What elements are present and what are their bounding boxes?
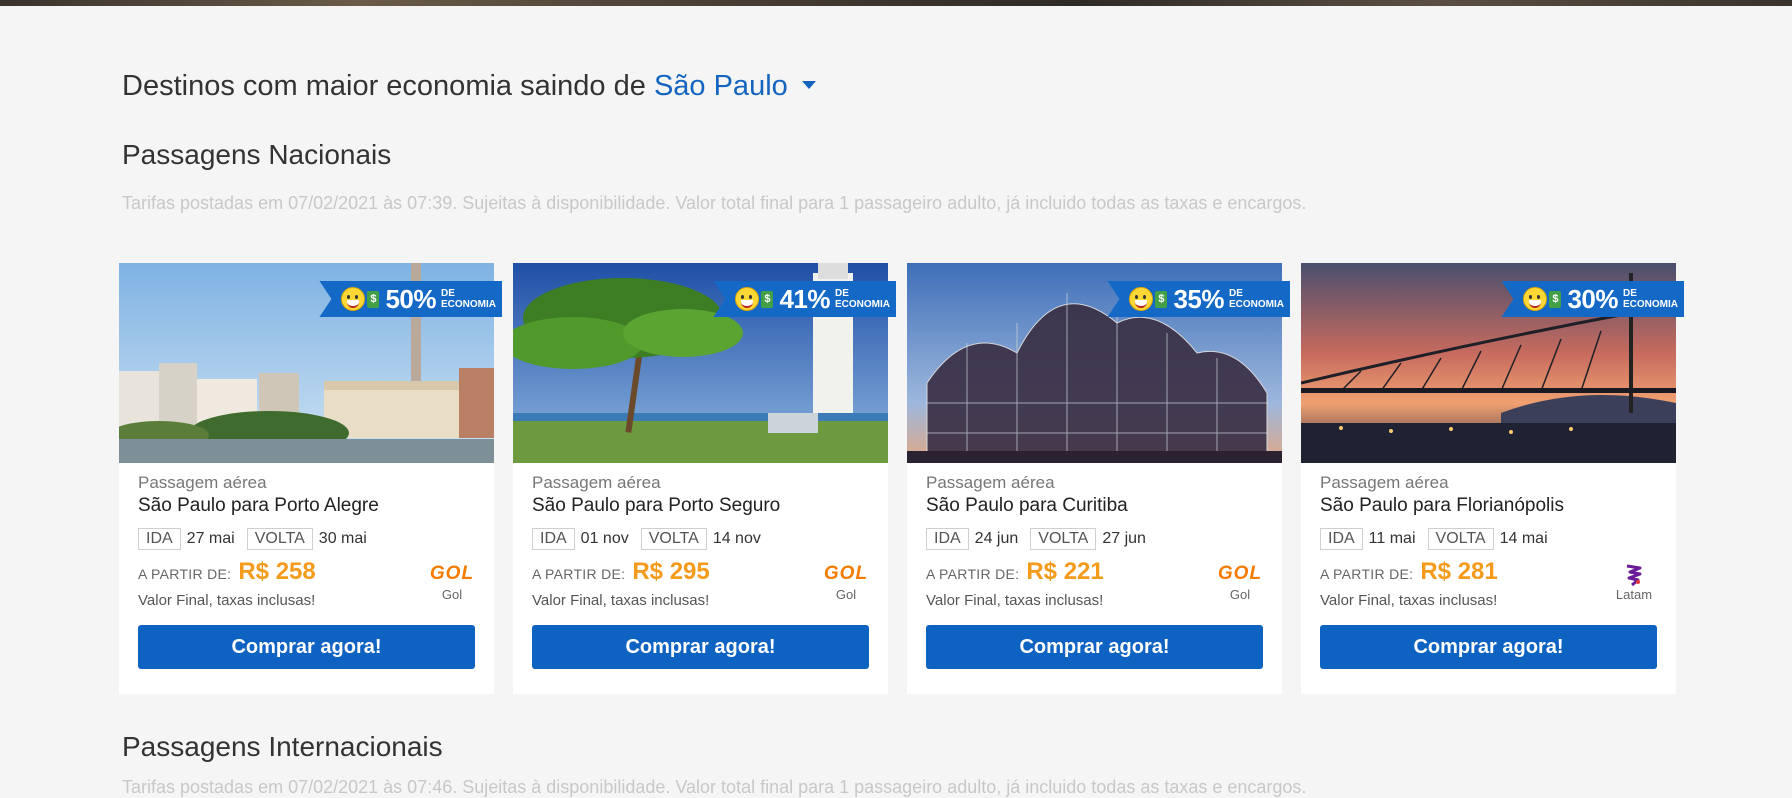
- volta-date: 30 mai: [318, 530, 367, 547]
- page-headline: Destinos com maior economia saindo de Sã…: [122, 70, 816, 103]
- airline-name: Gol: [441, 587, 463, 602]
- deal-card[interactable]: $ 50% DE ECONOMIA Passagem aérea São Paul…: [119, 263, 502, 694]
- hero-image-strip: [0, 0, 1792, 6]
- ida-tag: IDA: [926, 528, 969, 550]
- discount-percent: 30%: [1567, 283, 1618, 314]
- volta-tag: VOLTA: [640, 528, 707, 550]
- deal-card[interactable]: $ 30% DE ECONOMIA Passagem aérea São Paul…: [1301, 263, 1684, 694]
- volta-date: 14 nov: [712, 530, 761, 547]
- route-title[interactable]: São Paulo para Florianópolis: [1320, 495, 1657, 517]
- travel-dates: IDA 01 nov VOLTA 14 nov: [532, 528, 869, 550]
- dollar-icon: $: [367, 290, 380, 308]
- discount-suffix-line-1: DE: [1623, 288, 1637, 299]
- gol-logo-icon: GOL: [429, 563, 475, 584]
- discount-suffix-line-2: ECONOMIA: [1229, 299, 1284, 310]
- product-kind: Passagem aérea: [926, 473, 1055, 492]
- price-from-label: A PARTIR DE:: [926, 566, 1020, 582]
- price-value: R$ 258: [238, 558, 316, 585]
- airline-info: GOL Gol: [424, 563, 480, 602]
- airline-name: Gol: [1229, 587, 1251, 602]
- price-value: R$ 281: [1420, 558, 1498, 585]
- discount-suffix: DE ECONOMIA: [1623, 288, 1678, 310]
- ida-tag: IDA: [532, 528, 575, 550]
- discount-percent: 41%: [779, 283, 830, 314]
- smiley-icon: [1523, 287, 1548, 311]
- airline-info: GOL Gol: [818, 563, 874, 602]
- price-from-label: A PARTIR DE:: [138, 566, 232, 582]
- price-value: R$ 221: [1026, 558, 1104, 585]
- ida-date: 27 mai: [186, 530, 235, 547]
- section-note-international: Tarifas postadas em 07/02/2021 às 07:46.…: [122, 777, 1307, 797]
- price-from-label: A PARTIR DE:: [532, 566, 626, 582]
- discount-suffix-line-1: DE: [1229, 288, 1243, 299]
- discount-badge: $ 50% DE ECONOMIA: [319, 281, 502, 317]
- ida-date: 01 nov: [580, 530, 629, 547]
- smiley-icon: [341, 287, 366, 311]
- ida-tag: IDA: [138, 528, 181, 550]
- product-kind: Passagem aérea: [1320, 473, 1449, 492]
- deal-card[interactable]: $ 41% DE ECONOMIA Passagem aérea São Paul…: [513, 263, 896, 694]
- volta-tag: VOLTA: [1427, 528, 1494, 550]
- ida-date: 24 jun: [974, 530, 1019, 547]
- route-title[interactable]: São Paulo para Porto Seguro: [532, 495, 869, 517]
- section-title-international: Passagens Internacionais: [122, 731, 443, 762]
- airline-info: Latam: [1606, 563, 1662, 602]
- headline-text: Destinos com maior economia saindo de: [122, 70, 646, 102]
- dollar-icon: $: [1549, 290, 1562, 308]
- chevron-down-icon[interactable]: [801, 81, 816, 90]
- volta-tag: VOLTA: [1030, 528, 1097, 550]
- discount-badge: $ 41% DE ECONOMIA: [713, 281, 896, 317]
- discount-badge: $ 30% DE ECONOMIA: [1501, 281, 1684, 317]
- ida-date: 11 mai: [1368, 530, 1416, 547]
- discount-percent: 35%: [1173, 283, 1224, 314]
- price-value: R$ 295: [632, 558, 710, 585]
- volta-tag: VOLTA: [246, 528, 313, 550]
- gol-logo-icon: GOL: [1217, 563, 1263, 584]
- airline-name: Gol: [835, 587, 857, 602]
- discount-suffix-line-1: DE: [835, 288, 849, 299]
- buy-now-button[interactable]: Comprar agora!: [532, 625, 869, 669]
- product-kind: Passagem aérea: [138, 473, 267, 492]
- dollar-icon: $: [1155, 290, 1168, 308]
- discount-suffix: DE ECONOMIA: [441, 288, 496, 310]
- section-note-national: Tarifas postadas em 07/02/2021 às 07:39.…: [122, 193, 1307, 213]
- discount-percent: 50%: [385, 283, 436, 314]
- buy-now-button[interactable]: Comprar agora!: [926, 625, 1263, 669]
- discount-suffix-line-2: ECONOMIA: [1623, 299, 1678, 310]
- airline-info: GOL Gol: [1212, 563, 1268, 602]
- discount-badge: $ 35% DE ECONOMIA: [1107, 281, 1290, 317]
- travel-dates: IDA 11 mai VOLTA 14 mai: [1320, 528, 1657, 550]
- volta-date: 27 jun: [1102, 530, 1146, 547]
- buy-now-button[interactable]: Comprar agora!: [138, 625, 475, 669]
- price-from-label: A PARTIR DE:: [1320, 566, 1414, 582]
- discount-suffix-line-2: ECONOMIA: [441, 299, 496, 310]
- route-title[interactable]: São Paulo para Porto Alegre: [138, 495, 475, 517]
- volta-date: 14 mai: [1499, 530, 1548, 547]
- latam-logo-icon: [1606, 563, 1662, 587]
- smiley-icon: [735, 287, 760, 311]
- product-kind: Passagem aérea: [532, 473, 661, 492]
- discount-suffix-line-1: DE: [441, 288, 455, 299]
- gol-logo-icon: GOL: [823, 563, 869, 584]
- discount-suffix-line-2: ECONOMIA: [835, 299, 890, 310]
- route-title[interactable]: São Paulo para Curitiba: [926, 495, 1263, 517]
- smiley-icon: [1129, 287, 1154, 311]
- ida-tag: IDA: [1320, 528, 1363, 550]
- section-title-national: Passagens Nacionais: [122, 139, 392, 170]
- deal-card[interactable]: $ 35% DE ECONOMIA Passagem aérea São Paul…: [907, 263, 1290, 694]
- discount-suffix: DE ECONOMIA: [1229, 288, 1284, 310]
- discount-suffix: DE ECONOMIA: [835, 288, 890, 310]
- buy-now-button[interactable]: Comprar agora!: [1320, 625, 1657, 669]
- dollar-icon: $: [761, 290, 774, 308]
- origin-city-selector[interactable]: São Paulo: [654, 70, 788, 102]
- travel-dates: IDA 27 mai VOLTA 30 mai: [138, 528, 475, 550]
- travel-dates: IDA 24 jun VOLTA 27 jun: [926, 528, 1263, 550]
- airline-name: Latam: [1615, 587, 1653, 602]
